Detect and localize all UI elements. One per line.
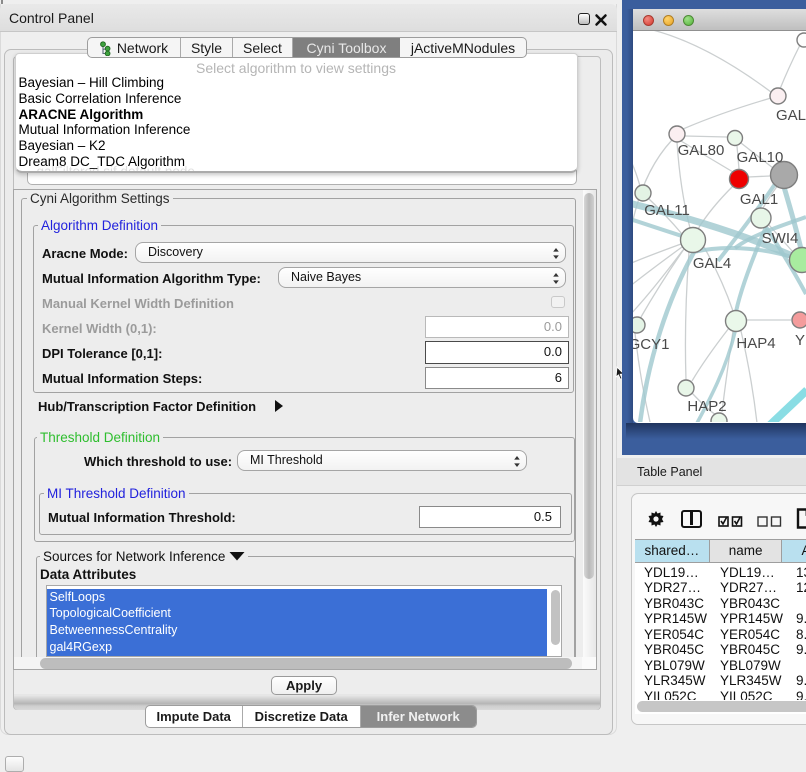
- svg-text:GAL80: GAL80: [678, 142, 725, 159]
- svg-text:Y: Y: [795, 332, 805, 349]
- svg-text:GAL10: GAL10: [737, 149, 784, 166]
- svg-text:HAP2: HAP2: [687, 398, 726, 415]
- svg-text:SWI4: SWI4: [762, 230, 799, 247]
- svg-text:GAL1: GAL1: [740, 191, 778, 208]
- svg-text:GAL11: GAL11: [644, 202, 690, 219]
- svg-text:GAL2: GAL2: [776, 107, 806, 124]
- svg-text:GCY1: GCY1: [633, 336, 669, 353]
- svg-text:HAP4: HAP4: [736, 335, 775, 352]
- svg-text:GAL4: GAL4: [693, 255, 731, 272]
